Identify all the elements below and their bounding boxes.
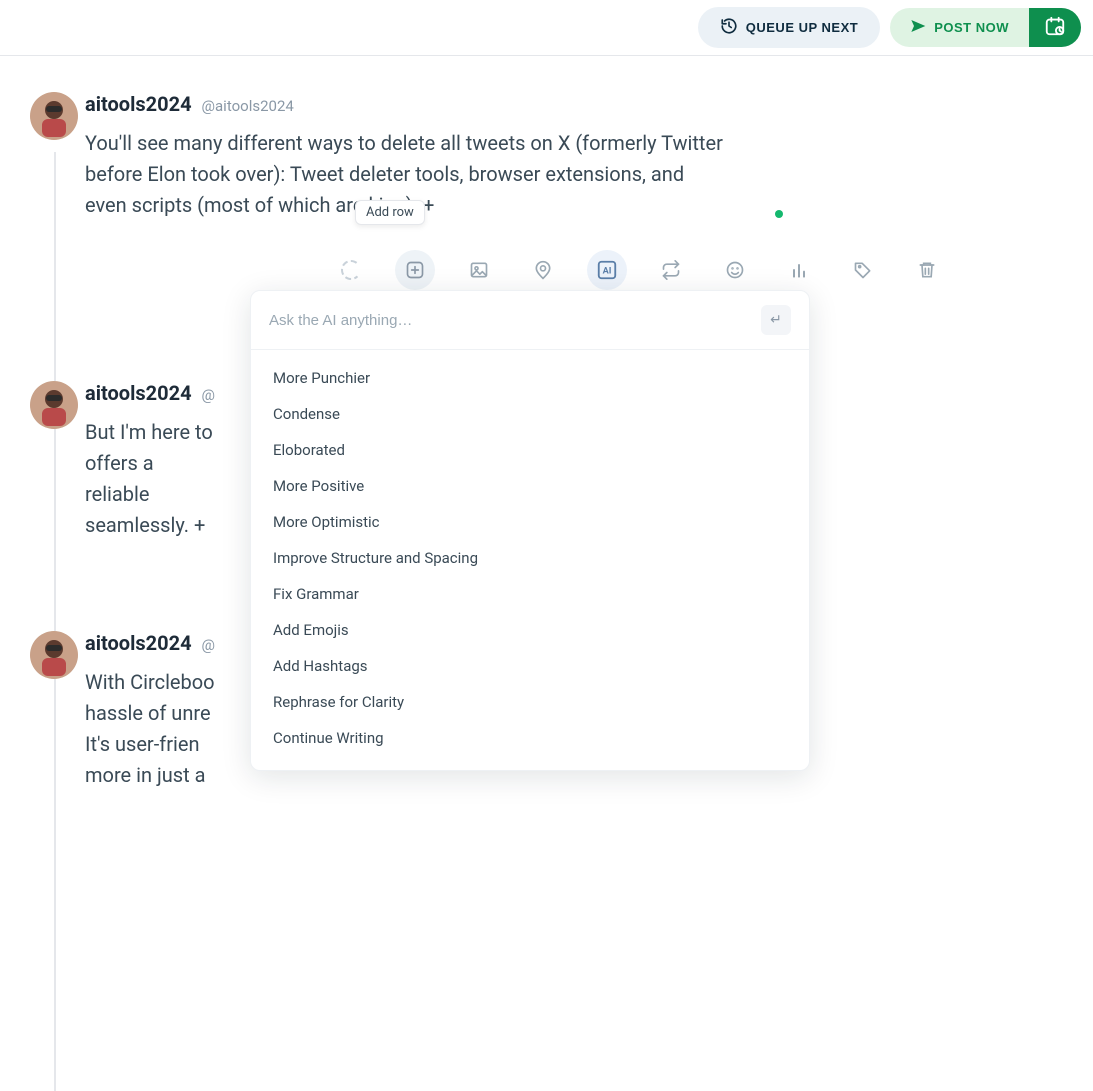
queue-up-next-button[interactable]: QUEUE UP NEXT: [698, 7, 880, 48]
topbar: QUEUE UP NEXT POST NOW: [0, 0, 1093, 56]
thread: aitools2024 @aitools2024 You'll see many…: [30, 92, 1063, 791]
post-now-button[interactable]: POST NOW: [890, 8, 1029, 47]
user-handle: @: [202, 636, 215, 654]
ai-option[interactable]: Condense: [251, 396, 809, 432]
history-icon: [720, 17, 738, 38]
ai-option[interactable]: Add Hashtags: [251, 648, 809, 684]
ai-popup: ↵ More Punchier Condense Eloborated More…: [250, 290, 810, 771]
poll-button[interactable]: [779, 250, 819, 290]
emoji-button[interactable]: [715, 250, 755, 290]
retweet-button[interactable]: [651, 250, 691, 290]
ai-option[interactable]: More Optimistic: [251, 504, 809, 540]
post-text-span: With Circleboo hassle of unre It's user-…: [85, 670, 215, 787]
ai-prompt-input[interactable]: [269, 312, 751, 329]
post-text-span: But I'm here to offers a reliable seamle…: [85, 420, 213, 537]
username: aitools2024: [85, 631, 192, 655]
calendar-icon: [1044, 15, 1066, 41]
ai-option[interactable]: Add Emojis: [251, 612, 809, 648]
location-button[interactable]: [523, 250, 563, 290]
enter-icon: ↵: [770, 312, 782, 328]
queue-label: QUEUE UP NEXT: [746, 20, 858, 35]
thread-line: [54, 152, 56, 1091]
avatar: [30, 92, 78, 140]
image-button[interactable]: [459, 250, 499, 290]
ai-option[interactable]: More Positive: [251, 468, 809, 504]
post-text[interactable]: You'll see many different ways to delete…: [85, 128, 725, 221]
post-text[interactable]: But I'm here to offers a reliable seamle…: [85, 417, 215, 541]
post-header: aitools2024 @aitools2024: [85, 92, 1063, 116]
loading-spinner-icon: [331, 250, 371, 290]
ai-option[interactable]: Fix Grammar: [251, 576, 809, 612]
username: aitools2024: [85, 92, 192, 116]
post-label: POST NOW: [934, 20, 1009, 35]
add-row-button[interactable]: [395, 250, 435, 290]
post-now-group: POST NOW: [890, 8, 1081, 47]
ai-options-list: More Punchier Condense Eloborated More P…: [251, 350, 809, 770]
schedule-calendar-button[interactable]: [1029, 8, 1081, 47]
ai-option[interactable]: More Punchier: [251, 360, 809, 396]
ai-option[interactable]: Improve Structure and Spacing: [251, 540, 809, 576]
user-handle: @: [202, 386, 215, 404]
ai-option[interactable]: Continue Writing: [251, 720, 809, 756]
status-dot: [775, 210, 783, 218]
post-text[interactable]: With Circleboo hassle of unre It's user-…: [85, 667, 225, 791]
thread-post: aitools2024 @aitools2024 You'll see many…: [85, 92, 1063, 221]
ai-assist-button[interactable]: AI: [587, 250, 627, 290]
composer-toolbar: AI: [325, 244, 953, 296]
ai-input-row: ↵: [251, 291, 809, 350]
send-icon: [910, 18, 926, 37]
user-handle: @aitools2024: [202, 97, 294, 115]
delete-button[interactable]: [907, 250, 947, 290]
username: aitools2024: [85, 381, 192, 405]
avatar: [30, 631, 78, 679]
ai-option[interactable]: Rephrase for Clarity: [251, 684, 809, 720]
avatar: [30, 381, 78, 429]
composer-content: aitools2024 @aitools2024 You'll see many…: [0, 56, 1093, 791]
tag-button[interactable]: [843, 250, 883, 290]
ai-option[interactable]: Eloborated: [251, 432, 809, 468]
submit-prompt-button[interactable]: ↵: [761, 305, 791, 335]
svg-text:AI: AI: [603, 267, 612, 277]
